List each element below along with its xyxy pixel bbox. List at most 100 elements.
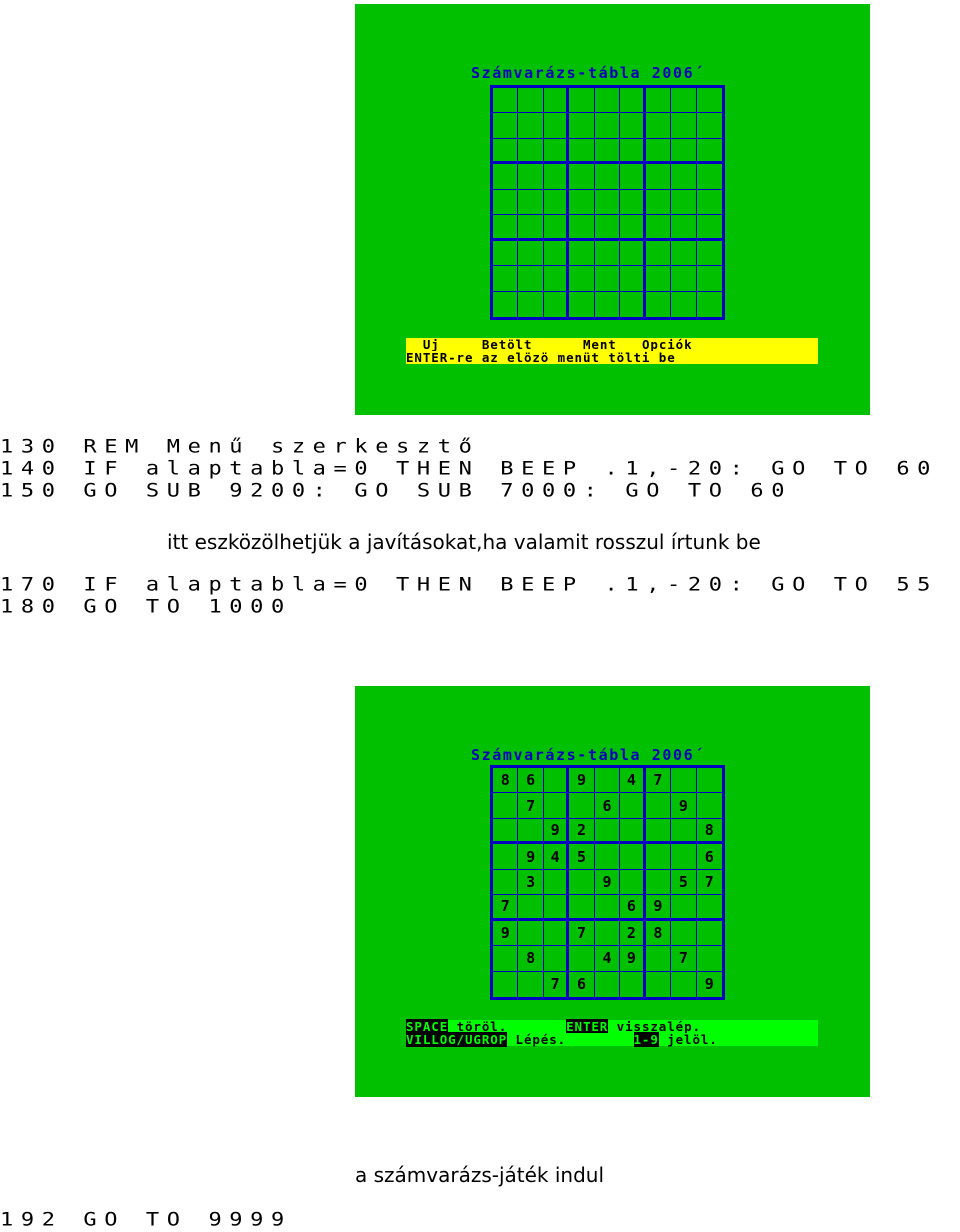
grid-cell [569,946,595,972]
grid-cell: 2 [569,818,595,845]
grid-cell: 6 [620,895,646,921]
grid-cell [620,189,646,216]
grid-cell [569,266,595,292]
grid-cell [569,215,595,241]
grid-cell [518,113,544,139]
grid-cell: 7 [696,870,722,896]
grid-cell [543,113,570,139]
grid-cell: 4 [543,844,570,870]
grid-cell [671,818,697,845]
grid-cell [543,189,570,216]
grid-cell [594,920,621,947]
grid-cell: 9 [569,768,595,794]
grid-cell [620,266,646,292]
grid-cell [594,138,621,165]
grid-cell: 8 [493,768,519,794]
screen-title: Számvarázs-tábla 2006´ [471,64,705,82]
grid-cell [493,138,519,165]
grid-cell [620,215,646,241]
grid-cell: 6 [518,768,544,794]
grid-cell: 7 [518,793,544,819]
grid-cell [594,266,621,292]
caption: itt eszközölhetjük a javításokat,ha vala… [167,530,761,554]
sudoku-grid-empty [490,85,725,320]
grid-cell [696,793,722,819]
grid-cell [696,164,722,190]
grid-cell [569,291,595,317]
help-line-2: VILLOG/UGROP Lépés. 1-9 jelöl. [406,1032,818,1047]
grid-cell [518,920,544,947]
grid-cell: 9 [704,975,714,994]
caption: a számvarázs-játék indul [355,1163,605,1187]
spectrum-screen-menu: Számvarázs-tábla 2006´ Uj Betölt Ment Op… [355,4,870,415]
grid-cell [518,88,544,114]
grid-cell [696,946,722,972]
grid-cell [493,869,519,896]
grid-cell [671,920,697,947]
code-line: 170 IF alaptabla=0 THEN BEEP .1,-20: GO … [0,574,939,596]
grid-cell [493,844,519,870]
grid-cell: 4 [620,768,646,794]
grid-cell [518,215,544,241]
grid-cell: 7 [671,946,697,972]
grid-cell [646,971,672,997]
grid-cell [671,266,697,292]
grid-cell [620,971,646,997]
grid-cell [493,113,519,139]
grid-cell [518,266,544,292]
grid-cell [671,138,697,165]
grid-cell [620,164,646,190]
grid-cell [543,266,570,292]
grid-cell [569,895,595,921]
grid-cell [569,88,595,114]
grid-cell: 2 [620,920,646,947]
grid-cell [595,971,621,997]
grid-cell [493,793,519,819]
grid-cell: 8 [518,946,544,972]
grid-cell [696,113,722,139]
help-text: jelöl. [658,1032,718,1047]
code-line: 180 GO TO 1000 [0,596,292,618]
grid-cell: 9 [671,793,697,819]
grid-cell [518,240,544,267]
grid-cell [696,88,722,114]
grid-cell: 9 [493,920,519,947]
grid-cell [569,793,595,819]
grid-cell [594,240,621,267]
grid-cell [620,138,646,165]
grid-cell [594,189,621,216]
grid-cell [696,215,722,241]
grid-cell: 5 [569,844,595,870]
grid-cell [518,971,544,997]
grid-cell [696,921,722,947]
grid-cell [696,895,722,921]
grid-cell: 9 [543,818,570,845]
grid-cell: 9 [620,946,646,972]
grid-cell [543,793,570,819]
grid-cell [671,291,697,317]
grid-cell [493,266,519,292]
grid-cell [620,291,646,317]
grid-cell [594,818,621,845]
grid-cell [645,215,672,241]
grid-cell [569,138,595,165]
grid-cell [671,768,697,794]
grid-cell [594,88,621,114]
grid-cell [594,164,621,190]
code-line: 140 IF alaptabla=0 THEN BEEP .1,-20: GO … [0,458,939,480]
grid-cell [543,240,570,267]
grid-cell [671,971,697,997]
grid-cell [697,292,722,317]
grid-cell [645,164,672,190]
help-text: Lépés. [507,1032,567,1047]
grid-cell [671,164,697,190]
code-line: 130 REM Menű szerkesztő [0,436,480,458]
grid-cell [544,291,570,317]
grid-cell: 6 [696,844,722,870]
grid-cell [620,113,646,139]
grid-cell: 8 [696,819,722,845]
grid-cell [671,189,697,216]
grid-cell [569,164,595,190]
grid-cell: 9 [518,844,544,870]
grid-cell: 5 [671,869,697,896]
